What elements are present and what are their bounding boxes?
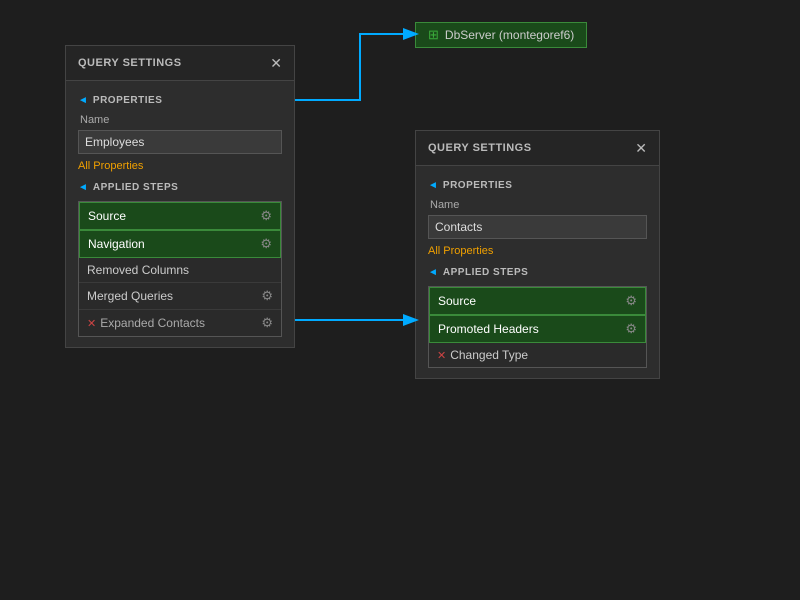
- left-step-expanded-contacts-error-icon: ✕: [87, 317, 96, 330]
- right-steps-list: Source ⚙ Promoted Headers ⚙ ✕ Changed Ty…: [428, 286, 647, 368]
- left-panel-close-button[interactable]: ✕: [270, 56, 282, 70]
- left-step-navigation-label: Navigation: [88, 237, 260, 251]
- right-panel-title: QUERY SETTINGS: [428, 142, 532, 154]
- left-step-navigation[interactable]: Navigation ⚙: [79, 230, 281, 258]
- right-name-label: Name: [430, 199, 647, 211]
- left-steps-list: Source ⚙ Navigation ⚙ Removed Columns Me…: [78, 201, 282, 337]
- right-step-changed-type-label: Changed Type: [450, 348, 528, 362]
- left-applied-steps-title: APPLIED STEPS: [93, 182, 178, 193]
- left-step-source-label: Source: [88, 209, 260, 223]
- left-step-navigation-gear-icon[interactable]: ⚙: [260, 236, 272, 252]
- left-step-expanded-contacts-label: Expanded Contacts: [100, 316, 205, 330]
- right-step-changed-type-left: ✕ Changed Type: [437, 348, 638, 362]
- right-properties-title: PROPERTIES: [443, 180, 512, 191]
- left-panel-title: QUERY SETTINGS: [78, 57, 182, 69]
- right-step-promoted-headers[interactable]: Promoted Headers ⚙: [429, 315, 646, 343]
- right-step-changed-type[interactable]: ✕ Changed Type: [429, 343, 646, 367]
- right-panel-header: QUERY SETTINGS ✕: [416, 131, 659, 166]
- right-properties-arrow-icon: ◄: [428, 180, 438, 191]
- left-step-removed-columns-label: Removed Columns: [87, 263, 273, 277]
- left-properties-title: PROPERTIES: [93, 95, 162, 106]
- db-server-label: DbServer (montegoref6): [445, 28, 574, 42]
- right-all-properties-link[interactable]: All Properties: [428, 245, 647, 257]
- right-step-promoted-headers-label: Promoted Headers: [438, 322, 625, 336]
- left-query-settings-panel: QUERY SETTINGS ✕ ◄ PROPERTIES Name All P…: [65, 45, 295, 348]
- left-step-removed-columns[interactable]: Removed Columns: [79, 258, 281, 283]
- right-step-source-gear-icon[interactable]: ⚙: [625, 293, 637, 309]
- arrow-left-to-db: [295, 34, 415, 100]
- right-steps-arrow-icon: ◄: [428, 267, 438, 278]
- left-step-expanded-contacts-left: ✕ Expanded Contacts: [87, 316, 261, 330]
- left-step-expanded-contacts-gear-icon[interactable]: ⚙: [261, 315, 273, 331]
- right-panel-body: ◄ PROPERTIES Name All Properties ◄ APPLI…: [416, 166, 659, 378]
- db-server-box: ⊞ DbServer (montegoref6): [415, 22, 587, 48]
- left-panel-body: ◄ PROPERTIES Name All Properties ◄ APPLI…: [66, 81, 294, 347]
- right-step-source[interactable]: Source ⚙: [429, 287, 646, 315]
- left-name-label: Name: [80, 114, 282, 126]
- right-step-source-label: Source: [438, 294, 625, 308]
- left-step-source[interactable]: Source ⚙: [79, 202, 281, 230]
- left-all-properties-link[interactable]: All Properties: [78, 160, 282, 172]
- right-name-input[interactable]: [428, 215, 647, 239]
- left-step-merged-queries-label: Merged Queries: [87, 289, 261, 303]
- right-applied-steps-title: APPLIED STEPS: [443, 267, 528, 278]
- left-steps-arrow-icon: ◄: [78, 182, 88, 193]
- left-step-source-gear-icon[interactable]: ⚙: [260, 208, 272, 224]
- left-properties-arrow-icon: ◄: [78, 95, 88, 106]
- right-applied-steps-header: ◄ APPLIED STEPS: [428, 267, 647, 278]
- left-step-merged-queries-gear-icon[interactable]: ⚙: [261, 288, 273, 304]
- right-panel-close-button[interactable]: ✕: [635, 141, 647, 155]
- right-query-settings-panel: QUERY SETTINGS ✕ ◄ PROPERTIES Name All P…: [415, 130, 660, 379]
- right-step-changed-type-error-icon: ✕: [437, 349, 446, 362]
- db-icon: ⊞: [428, 27, 439, 43]
- right-step-promoted-headers-gear-icon[interactable]: ⚙: [625, 321, 637, 337]
- left-properties-section-header: ◄ PROPERTIES: [78, 95, 282, 106]
- left-applied-steps-header: ◄ APPLIED STEPS: [78, 182, 282, 193]
- left-step-expanded-contacts[interactable]: ✕ Expanded Contacts ⚙: [79, 310, 281, 336]
- right-properties-section-header: ◄ PROPERTIES: [428, 180, 647, 191]
- left-panel-header: QUERY SETTINGS ✕: [66, 46, 294, 81]
- left-name-input[interactable]: [78, 130, 282, 154]
- left-step-merged-queries[interactable]: Merged Queries ⚙: [79, 283, 281, 310]
